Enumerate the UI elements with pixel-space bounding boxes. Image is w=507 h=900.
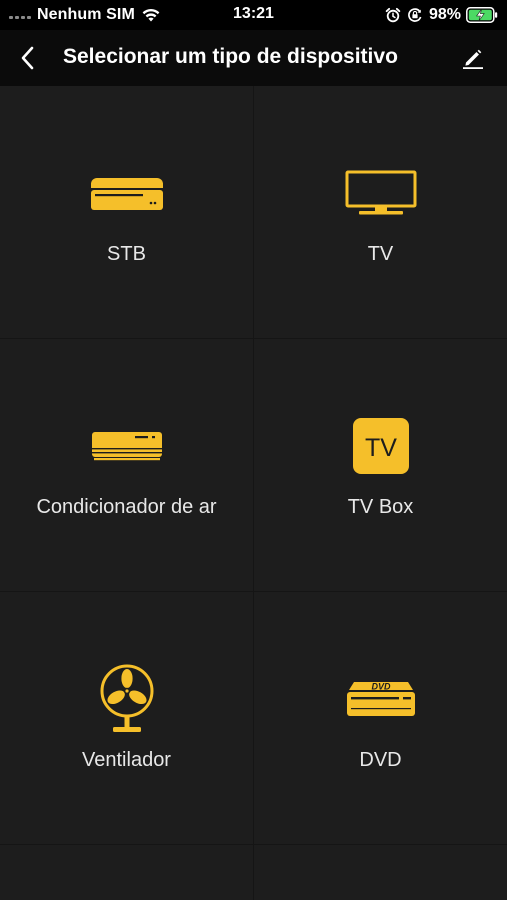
nav-bar: Selecionar um tipo de dispositivo	[0, 30, 507, 86]
tv-box-icon: TV	[352, 418, 409, 474]
fan-icon	[100, 664, 153, 732]
orientation-lock-icon	[408, 8, 422, 22]
pencil-icon	[463, 49, 483, 69]
status-right: 98%	[385, 5, 498, 25]
device-tile-stb[interactable]: STB	[0, 86, 253, 338]
device-tile-tv[interactable]: TV	[254, 86, 507, 338]
tv-box-icon-text: TV	[365, 434, 397, 462]
back-button[interactable]	[14, 44, 42, 72]
page-title: Selecionar um tipo de dispositivo	[63, 45, 398, 68]
device-label-tv-box: TV Box	[347, 496, 414, 518]
device-tile-dvd[interactable]: DVD DVD	[254, 592, 507, 844]
set-top-box-icon	[90, 178, 163, 210]
edit-button[interactable]	[459, 44, 487, 72]
air-conditioner-icon	[91, 432, 162, 461]
status-bar: Nenhum SIM 13:21 98%	[0, 0, 507, 30]
dvd-icon-text: DVD	[371, 682, 391, 692]
tv-icon	[345, 170, 416, 215]
device-label-air-conditioner: Condicionador de ar	[36, 496, 217, 518]
alarm-icon	[385, 7, 401, 23]
device-label-stb: STB	[107, 243, 146, 265]
device-label-tv: TV	[367, 243, 394, 265]
device-tile-air-conditioner[interactable]: Condicionador de ar	[0, 339, 253, 591]
device-tile-tv-box[interactable]: TV TV Box	[254, 339, 507, 591]
device-tile-partial[interactable]	[0, 845, 253, 900]
device-tile-fan[interactable]: Ventilador	[0, 592, 253, 844]
battery-percent: 98%	[428, 6, 461, 23]
device-label-dvd: DVD	[359, 749, 402, 771]
device-label-fan: Ventilador	[82, 749, 171, 771]
dvd-player-icon: DVD	[346, 682, 415, 716]
device-tile-partial[interactable]	[254, 845, 507, 900]
device-type-grid: STB TV Condicionador de ar TV TV Box Ven…	[0, 86, 507, 900]
battery-charging-icon	[466, 7, 498, 23]
chevron-left-icon	[21, 46, 34, 70]
